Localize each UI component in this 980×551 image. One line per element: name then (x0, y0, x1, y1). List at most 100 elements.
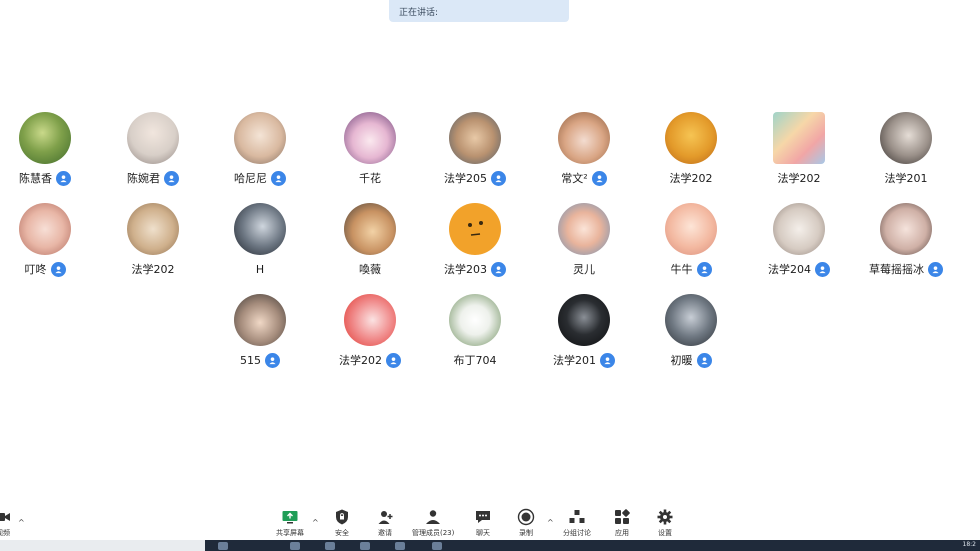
participant-name: 叮咚 (24, 263, 47, 276)
participant-tile[interactable]: 法学202 (637, 112, 745, 198)
participant-avatar (19, 203, 71, 255)
verified-badge-icon (591, 170, 607, 186)
verified-badge-icon (386, 352, 401, 368)
participant-avatar (449, 203, 501, 255)
share-screen-label: 共享屏幕 (276, 529, 304, 537)
taskbar-app-icon[interactable] (290, 542, 300, 550)
video-options-chevron-icon[interactable]: ^ (18, 518, 25, 527)
video-label: 视频 (0, 529, 10, 537)
participant-name: 喚薇 (359, 263, 381, 276)
security-label: 安全 (335, 529, 349, 537)
participant-tile[interactable]: 灵儿 (530, 203, 638, 289)
record-icon (517, 508, 535, 526)
taskbar-app-icon[interactable] (218, 542, 228, 550)
participant-tile[interactable]: 哈尼尼 (206, 112, 314, 198)
breakout-rooms-icon (569, 510, 585, 523)
video-button[interactable]: 视频 (0, 508, 12, 538)
share-screen-button[interactable]: 共享屏幕 (276, 508, 304, 538)
participant-tile[interactable]: 喚薇 (316, 203, 424, 289)
taskbar-app-icon[interactable] (325, 542, 335, 550)
participant-tile[interactable]: 法学205 (421, 112, 529, 198)
verified-badge-icon (491, 261, 506, 277)
chat-bubble-icon (476, 511, 490, 523)
share-options-chevron-icon[interactable]: ^ (312, 518, 319, 527)
taskbar-app-icon[interactable] (360, 542, 370, 550)
participant-name: 常文² (561, 172, 588, 185)
participant-tile[interactable]: 常文² (530, 112, 638, 198)
participant-tile[interactable]: 法学202 (745, 112, 853, 198)
participant-tile[interactable]: 法学202 (316, 294, 424, 380)
participant-tile[interactable]: H (206, 203, 314, 289)
participant-tile[interactable]: 布丁704 (421, 294, 529, 380)
participant-avatar (127, 203, 179, 255)
verified-badge-icon (271, 170, 286, 186)
participant-avatar (344, 294, 396, 346)
participant-name: 法学202 (339, 354, 382, 367)
invite-label: 邀请 (378, 529, 392, 537)
participant-name: 法学202 (669, 172, 713, 185)
verified-badge-icon (265, 352, 280, 368)
apps-grid-icon (615, 509, 630, 524)
participant-name: 布丁704 (453, 354, 497, 367)
participant-avatar (558, 294, 610, 346)
add-person-icon (378, 511, 393, 524)
participant-tile[interactable]: 法学203 (421, 203, 529, 289)
participant-avatar (234, 203, 286, 255)
participant-name: 法学203 (444, 263, 487, 276)
manage-members-button[interactable]: 管理成员(23) (412, 508, 454, 538)
participant-avatar (665, 203, 717, 255)
participant-avatar (880, 112, 932, 164)
participant-name: 灵儿 (573, 263, 595, 276)
participant-avatar (19, 112, 71, 164)
taskbar-clock: 18:2 (962, 541, 976, 548)
share-screen-icon (282, 511, 298, 524)
participant-avatar (880, 203, 932, 255)
participant-name: 法学202 (131, 263, 175, 276)
participant-name: 515 (240, 353, 261, 367)
participant-tile[interactable]: 法学201 (852, 112, 960, 198)
participant-name: 法学204 (768, 263, 811, 276)
participant-avatar (234, 294, 286, 346)
record-label: 录制 (519, 529, 533, 537)
participant-name: 初暖 (670, 354, 693, 367)
video-camera-icon (0, 513, 10, 521)
taskbar-app-icon[interactable] (395, 542, 405, 550)
settings-label: 设置 (658, 529, 672, 537)
participant-tile[interactable]: 初暖 (637, 294, 745, 380)
participant-tile[interactable]: 陈慧香 (0, 112, 99, 198)
participant-tile[interactable]: 草莓摇摇冰 (852, 203, 960, 289)
verified-badge-icon (696, 261, 712, 277)
participant-name: 牛牛 (670, 263, 693, 276)
settings-button[interactable]: 设置 (656, 508, 674, 538)
record-button[interactable]: 录制 (517, 508, 535, 538)
taskbar-app-icon[interactable] (432, 542, 442, 550)
apps-button[interactable]: 应用 (613, 508, 631, 538)
participant-gallery: 陈慧香 陈婉君 哈尼尼 千花 法学205 常文² 法学202 法学202 法学2… (0, 0, 980, 500)
shield-icon (336, 509, 348, 525)
emoji-face-icon (468, 221, 483, 236)
taskbar-search-area[interactable] (0, 540, 205, 551)
verified-badge-icon (56, 170, 71, 186)
verified-badge-icon (696, 352, 712, 368)
participant-tile[interactable]: 法学202 (99, 203, 207, 289)
participant-tile[interactable]: 515 (206, 294, 314, 380)
verified-badge-icon (600, 352, 615, 368)
record-options-chevron-icon[interactable]: ^ (547, 518, 554, 527)
participant-name: 法学205 (444, 172, 487, 185)
participant-name: 哈尼尼 (234, 172, 267, 185)
chat-label: 聊天 (476, 529, 490, 537)
invite-button[interactable]: 邀请 (376, 508, 394, 538)
meeting-toolbar: 视频 ^ 共享屏幕 ^ 安全 邀请 管理成员(23) 聊天 录制 ^ 分组讨论 … (0, 500, 980, 540)
gear-icon (657, 509, 673, 525)
participant-avatar (773, 112, 825, 164)
participant-avatar (773, 203, 825, 255)
participant-tile[interactable]: 牛牛 (637, 203, 745, 289)
participant-tile[interactable]: 千花 (316, 112, 424, 198)
participant-tile[interactable]: 法学204 (745, 203, 853, 289)
chat-button[interactable]: 聊天 (474, 508, 492, 538)
participant-tile[interactable]: 法学201 (530, 294, 638, 380)
participant-tile[interactable]: 陈婉君 (99, 112, 207, 198)
breakout-rooms-button[interactable]: 分组讨论 (563, 508, 591, 538)
participant-tile[interactable]: 叮咚 (0, 203, 99, 289)
security-button[interactable]: 安全 (333, 508, 351, 538)
